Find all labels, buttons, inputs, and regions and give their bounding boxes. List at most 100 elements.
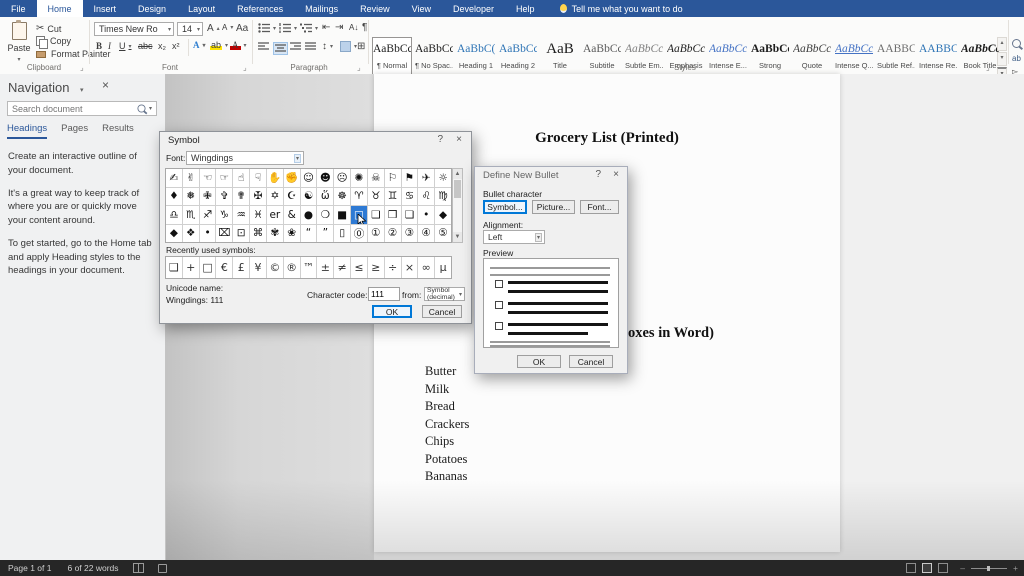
symbol-cell[interactable]: ☼ xyxy=(435,169,451,187)
recent-symbol-cell[interactable]: ≠ xyxy=(334,257,350,278)
navigation-close-icon[interactable]: × xyxy=(102,78,109,92)
style-chip-normal[interactable]: AaBbCcI¶ Normal xyxy=(372,37,412,77)
style-chip-quote[interactable]: AaBbCcIQuote xyxy=(792,37,832,77)
symbol-cell[interactable]: ④ xyxy=(418,225,434,243)
symbol-cell[interactable]: ♋ xyxy=(402,188,418,206)
read-mode-icon[interactable] xyxy=(906,563,916,573)
page-info[interactable]: Page 1 of 1 xyxy=(8,563,51,573)
nav-tab-pages[interactable]: Pages xyxy=(61,123,88,139)
search-caret-icon[interactable]: ▾ xyxy=(149,105,152,112)
web-layout-icon[interactable] xyxy=(938,563,948,573)
symbol-cell[interactable]: ✾ xyxy=(267,225,283,243)
symbol-cell[interactable]: ❖ xyxy=(183,225,199,243)
font-color-button[interactable]: A▾ xyxy=(230,40,247,50)
bullet-ok-button[interactable]: OK xyxy=(517,355,561,368)
symbol-cell[interactable]: ❑ xyxy=(368,206,384,224)
symbol-dialog-help-icon[interactable]: ? xyxy=(437,134,443,145)
symbol-cell[interactable]: ◆ xyxy=(166,225,182,243)
macro-record-icon[interactable] xyxy=(158,564,167,573)
bullet-cancel-button[interactable]: Cancel xyxy=(569,355,613,368)
symbol-cell[interactable]: ” xyxy=(317,225,333,243)
symbol-cell[interactable]: ■ xyxy=(334,206,350,224)
symbol-cell[interactable]: ♏ xyxy=(183,206,199,224)
symbol-cell[interactable]: ⌘ xyxy=(250,225,266,243)
recent-symbol-cell[interactable]: ® xyxy=(284,257,300,278)
symbol-cell[interactable]: ✙ xyxy=(200,188,216,206)
superscript-button[interactable]: x² xyxy=(172,41,180,51)
style-chip-nospace[interactable]: AaBbCcI¶ No Spac... xyxy=(414,37,454,77)
symbol-cell[interactable]: ♦ xyxy=(166,188,182,206)
symbol-cell[interactable]: “ xyxy=(301,225,317,243)
align-center-button[interactable] xyxy=(273,42,288,55)
zoom-in-button[interactable]: + xyxy=(1013,563,1018,573)
recent-symbol-cell[interactable]: ± xyxy=(317,257,333,278)
bullet-dialog-title[interactable]: Define New Bullet xyxy=(483,170,559,181)
styles-scroll-up-button[interactable]: ▴ xyxy=(997,37,1007,51)
symbol-cell[interactable]: • xyxy=(418,206,434,224)
increase-indent-button[interactable]: ⇥ xyxy=(335,22,343,33)
style-chip-subtle-ref[interactable]: AABBCCSubtle Ref... xyxy=(876,37,916,77)
symbol-cell[interactable]: ◆ xyxy=(435,206,451,224)
bold-button[interactable]: B xyxy=(96,41,102,51)
symbol-cell[interactable]: ⊡ xyxy=(233,225,249,243)
highlight-button[interactable]: ab▾ xyxy=(210,40,228,50)
show-marks-button[interactable]: ¶ xyxy=(362,22,367,33)
proofing-icon[interactable] xyxy=(133,563,144,573)
align-left-button[interactable] xyxy=(258,42,269,51)
justify-button[interactable] xyxy=(305,42,316,51)
font-dialog-launcher[interactable]: ⌟ xyxy=(243,63,247,72)
recent-symbol-cell[interactable]: + xyxy=(183,257,199,278)
scroll-down-icon[interactable]: ▼ xyxy=(453,232,462,242)
text-effects-button[interactable]: A▾ xyxy=(193,40,206,50)
recent-symbol-cell[interactable]: ∞ xyxy=(418,257,434,278)
symbol-cell[interactable]: ⌧ xyxy=(216,225,232,243)
copy-button[interactable]: Copy xyxy=(36,36,71,46)
symbol-cell[interactable]: ☜ xyxy=(200,169,216,187)
symbol-cell[interactable]: ⚑ xyxy=(402,169,418,187)
grow-font-button[interactable]: A▴ xyxy=(207,23,220,34)
symbol-cell[interactable]: ✡ xyxy=(267,188,283,206)
style-chip-intense-q[interactable]: AaBbCcLIntense Q... xyxy=(834,37,874,77)
symbol-cell[interactable]: ♉ xyxy=(368,188,384,206)
symbol-dialog-title[interactable]: Symbol xyxy=(168,135,200,146)
line-spacing-button[interactable]: ↕▾ xyxy=(322,41,333,52)
tell-me-box[interactable]: Tell me what you want to do xyxy=(560,0,683,17)
font-name-combo[interactable]: Times New Ro ▾ xyxy=(94,22,174,36)
paragraph-dialog-launcher[interactable]: ⌟ xyxy=(357,63,361,72)
shrink-font-button[interactable]: A▾ xyxy=(222,23,233,32)
bullets-button[interactable]: ▾ xyxy=(258,23,276,33)
symbol-cell[interactable]: ☞ xyxy=(216,169,232,187)
symbol-cell[interactable]: & xyxy=(284,206,300,224)
ribbon-tab-layout[interactable]: Layout xyxy=(177,0,226,17)
multilevel-list-button[interactable]: ▾ xyxy=(300,23,318,33)
recent-symbol-cell[interactable]: ¥ xyxy=(250,257,266,278)
symbol-cell[interactable]: ✌ xyxy=(183,169,199,187)
style-chip-subtitle[interactable]: AaBbCcDSubtitle xyxy=(582,37,622,77)
ribbon-tab-insert[interactable]: Insert xyxy=(83,0,128,17)
symbol-cell[interactable]: ⓪ xyxy=(351,225,367,243)
scroll-up-icon[interactable]: ▲ xyxy=(453,169,462,179)
style-chip-book[interactable]: AaBbCc.Book Title xyxy=(960,37,1000,77)
underline-button[interactable]: U▾ xyxy=(119,41,132,51)
symbol-cell[interactable]: ▯ xyxy=(334,225,350,243)
recent-symbol-cell[interactable]: € xyxy=(216,257,232,278)
alignment-combo[interactable]: Left ▾ xyxy=(483,230,545,244)
symbol-cell[interactable]: ☝ xyxy=(233,169,249,187)
bullet-picture-button[interactable]: Picture... xyxy=(532,200,575,214)
symbol-cell[interactable]: ☯ xyxy=(301,188,317,206)
recent-symbol-cell[interactable]: £ xyxy=(233,257,249,278)
symbol-cell[interactable]: ❅ xyxy=(183,188,199,206)
from-combo[interactable]: Symbol (decimal) ▾ xyxy=(424,287,465,301)
paste-button[interactable]: Paste ▾ xyxy=(6,22,32,63)
styles-scroll-down-button[interactable]: ▾ xyxy=(997,52,1007,66)
symbol-cell[interactable]: ② xyxy=(385,225,401,243)
symbol-cell[interactable]: ✍ xyxy=(166,169,182,187)
symbol-cell[interactable]: er xyxy=(267,206,283,224)
symbol-cell[interactable]: ✞ xyxy=(216,188,232,206)
recent-symbol-cell[interactable]: © xyxy=(267,257,283,278)
symbol-ok-button[interactable]: OK xyxy=(372,305,412,318)
symbol-cell[interactable]: ✠ xyxy=(250,188,266,206)
symbol-cell[interactable]: □ xyxy=(351,206,367,224)
ribbon-tab-developer[interactable]: Developer xyxy=(442,0,505,17)
symbol-cell[interactable]: • xyxy=(200,225,216,243)
